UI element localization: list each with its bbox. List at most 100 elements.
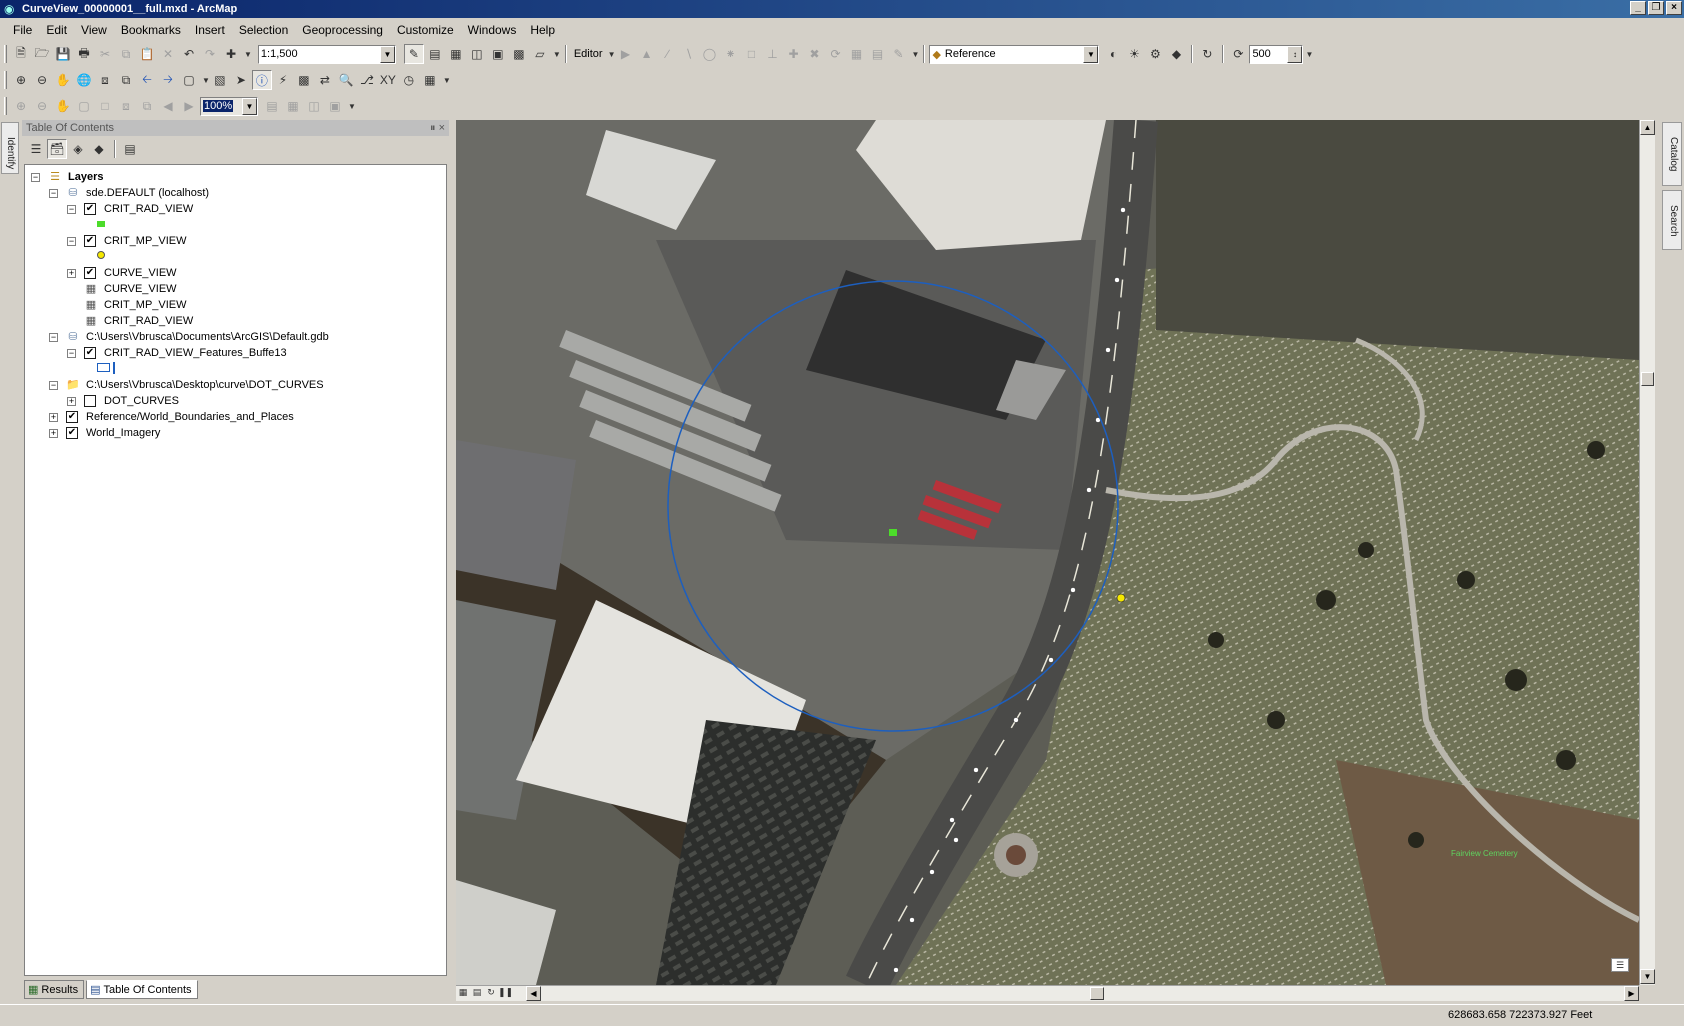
cut-polygons-icon[interactable]: ✚	[784, 44, 804, 64]
sketch-properties-icon[interactable]: ▤	[868, 44, 888, 64]
snapping-icon[interactable]: ⟳	[1228, 44, 1248, 64]
collapse-icon[interactable]: −	[67, 348, 76, 358]
chevron-down-icon[interactable]: ▼	[1083, 45, 1099, 63]
edit-vertices-icon[interactable]: □	[742, 44, 762, 64]
layout-zoom-out-icon[interactable]: ⊖	[32, 96, 52, 116]
tree-node-buffer-layer[interactable]: − ✔ CRIT_RAD_VIEW_Features_Buffe13	[67, 345, 287, 361]
close-button[interactable]: ×	[1666, 1, 1682, 15]
map-horizontal-scrollbar[interactable]: ◀ ▶	[456, 985, 1639, 1001]
new-document-icon[interactable]: 🗎	[11, 44, 31, 64]
layout-back-icon[interactable]: ◀	[158, 96, 178, 116]
list-by-source-icon[interactable]: 🗃	[47, 139, 67, 159]
forward-extent-icon[interactable]: 🡢	[158, 70, 178, 90]
add-data-icon[interactable]: ✚	[221, 44, 241, 64]
refresh-icon[interactable]: ↻	[1197, 44, 1217, 64]
effects-icon[interactable]: ◆	[1166, 44, 1186, 64]
tree-node-default-gdb[interactable]: − ⛁ C:\Users\Vbrusca\Documents\ArcGIS\De…	[49, 329, 329, 345]
collapse-icon[interactable]: −	[67, 204, 76, 214]
menu-selection[interactable]: Selection	[232, 23, 295, 37]
tree-node-world-imagery[interactable]: + ✔ World_Imagery	[49, 425, 160, 441]
arctoolbox-icon[interactable]: ▣	[488, 44, 508, 64]
rotate-icon[interactable]: ⟳	[826, 44, 846, 64]
back-extent-icon[interactable]: 🡠	[137, 70, 157, 90]
print-icon[interactable]: 🖶	[74, 44, 94, 64]
tree-node-crit-rad-view[interactable]: − ✔ CRIT_RAD_VIEW	[67, 201, 193, 217]
map-vertical-scrollbar[interactable]: ▲ ▼	[1639, 120, 1655, 985]
crit-rad-view-symbol[interactable]	[97, 221, 105, 227]
fixed-zoom-in-icon[interactable]: ⧈	[95, 70, 115, 90]
zoom-whole-page-icon[interactable]: ▢	[74, 96, 94, 116]
zoom-out-icon[interactable]: ⊖	[32, 70, 52, 90]
collapse-icon[interactable]: −	[49, 380, 58, 390]
delete-icon[interactable]: ✕	[158, 44, 178, 64]
trace-icon[interactable]: ◯	[700, 44, 720, 64]
zoom-in-icon[interactable]: ⊕	[11, 70, 31, 90]
create-viewer-window-icon[interactable]: ▦	[420, 70, 440, 90]
find-icon[interactable]: 🔍	[336, 70, 356, 90]
identify-icon[interactable]: ⓘ	[251, 70, 272, 90]
layer-visibility-checkbox[interactable]: ✔	[84, 203, 96, 215]
chevron-down-icon[interactable]: ▼	[379, 45, 395, 63]
swipe-icon[interactable]: ⚙	[1145, 44, 1165, 64]
endpoint-arc-icon[interactable]: ∖	[679, 44, 699, 64]
hyperlink-icon[interactable]: ⚡	[273, 70, 293, 90]
toc-close-icon[interactable]: ⏸ ×	[430, 120, 445, 136]
open-folder-icon[interactable]: 🗁	[32, 44, 52, 64]
go-to-xy-icon[interactable]: XY	[378, 70, 398, 90]
scroll-up-icon[interactable]: ▲	[1640, 120, 1655, 135]
expand-icon[interactable]: +	[49, 428, 58, 438]
editor-toolbar-icon[interactable]: ✎	[403, 44, 424, 64]
create-features-icon[interactable]: ✎	[889, 44, 909, 64]
catalog-window-icon[interactable]: ▦	[446, 44, 466, 64]
layout-zoom-combo[interactable]: 100% ▼	[200, 96, 258, 116]
edit-tool-icon[interactable]: ▶	[616, 44, 636, 64]
buffer-layer-symbol[interactable]	[97, 363, 110, 372]
crit-mp-view-symbol[interactable]	[97, 251, 105, 259]
map-tips-icon[interactable]: ☰	[1611, 958, 1629, 972]
toolbar-grip[interactable]	[4, 97, 7, 115]
attributes-icon[interactable]: ▦	[847, 44, 867, 64]
brightness-icon[interactable]: ☀	[1124, 44, 1144, 64]
chevron-down-icon[interactable]: ▼	[242, 97, 257, 115]
menu-geoprocessing[interactable]: Geoprocessing	[295, 23, 390, 37]
layout-view-icon[interactable]: ▤	[470, 985, 484, 1000]
scroll-down-icon[interactable]: ▼	[1640, 969, 1655, 984]
expand-icon[interactable]: +	[49, 412, 58, 422]
data-view-icon[interactable]: ▦	[456, 985, 470, 1000]
toc-options-icon[interactable]: ▤	[120, 139, 140, 159]
zoom-100-icon[interactable]: □	[95, 96, 115, 116]
layout-fixed-zoom-out-icon[interactable]: ⧉	[137, 96, 157, 116]
collapse-icon[interactable]: −	[31, 172, 40, 182]
menu-bookmarks[interactable]: Bookmarks	[114, 23, 188, 37]
layer-combo[interactable]: ◆ Reference ▼	[929, 44, 1100, 64]
tree-node-layers[interactable]: − ☰ Layers	[31, 169, 103, 185]
collapse-icon[interactable]: −	[49, 332, 58, 342]
tree-node-crit-mp-view-table[interactable]: ▦ CRIT_MP_VIEW	[84, 297, 187, 313]
toggle-draft-mode-icon[interactable]: ▤	[262, 96, 282, 116]
menu-customize[interactable]: Customize	[390, 23, 461, 37]
toolbar-grip[interactable]	[4, 71, 7, 89]
change-layout-icon[interactable]: ◫	[304, 96, 324, 116]
tree-node-crit-rad-view-table[interactable]: ▦ CRIT_RAD_VIEW	[84, 313, 193, 329]
identify-side-tab[interactable]: Identify	[1, 122, 19, 175]
tab-table-of-contents[interactable]: ▤ Table Of Contents	[86, 980, 198, 999]
search-window-icon[interactable]: ◫	[467, 44, 487, 64]
minimize-button[interactable]: _	[1630, 1, 1646, 15]
cut-icon[interactable]: ✂	[95, 44, 115, 64]
map-scale-combo[interactable]: 1:1,500 ▼	[257, 44, 396, 64]
tree-node-curve-view[interactable]: + ✔ CURVE_VIEW	[67, 265, 177, 281]
menu-insert[interactable]: Insert	[188, 23, 232, 37]
menu-help[interactable]: Help	[523, 23, 562, 37]
tolerance-spinner[interactable]: 500 ↕	[1249, 44, 1304, 64]
layer-visibility-checkbox[interactable]: ✔	[66, 427, 78, 439]
clear-selection-icon[interactable]: ▧	[210, 70, 230, 90]
straight-segment-icon[interactable]: ∕	[658, 44, 678, 64]
tab-results[interactable]: ▦ Results	[24, 980, 85, 999]
toolbar-grip[interactable]	[4, 45, 7, 63]
list-by-drawing-order-icon[interactable]: ☰	[26, 139, 46, 159]
expand-icon[interactable]: +	[67, 396, 76, 406]
refresh-view-icon[interactable]: ↻	[484, 985, 498, 1000]
editor-menu[interactable]: Editor	[571, 48, 606, 60]
tree-node-crit-mp-view[interactable]: − ✔ CRIT_MP_VIEW	[67, 233, 187, 249]
layout-zoom-in-icon[interactable]: ⊕	[11, 96, 31, 116]
